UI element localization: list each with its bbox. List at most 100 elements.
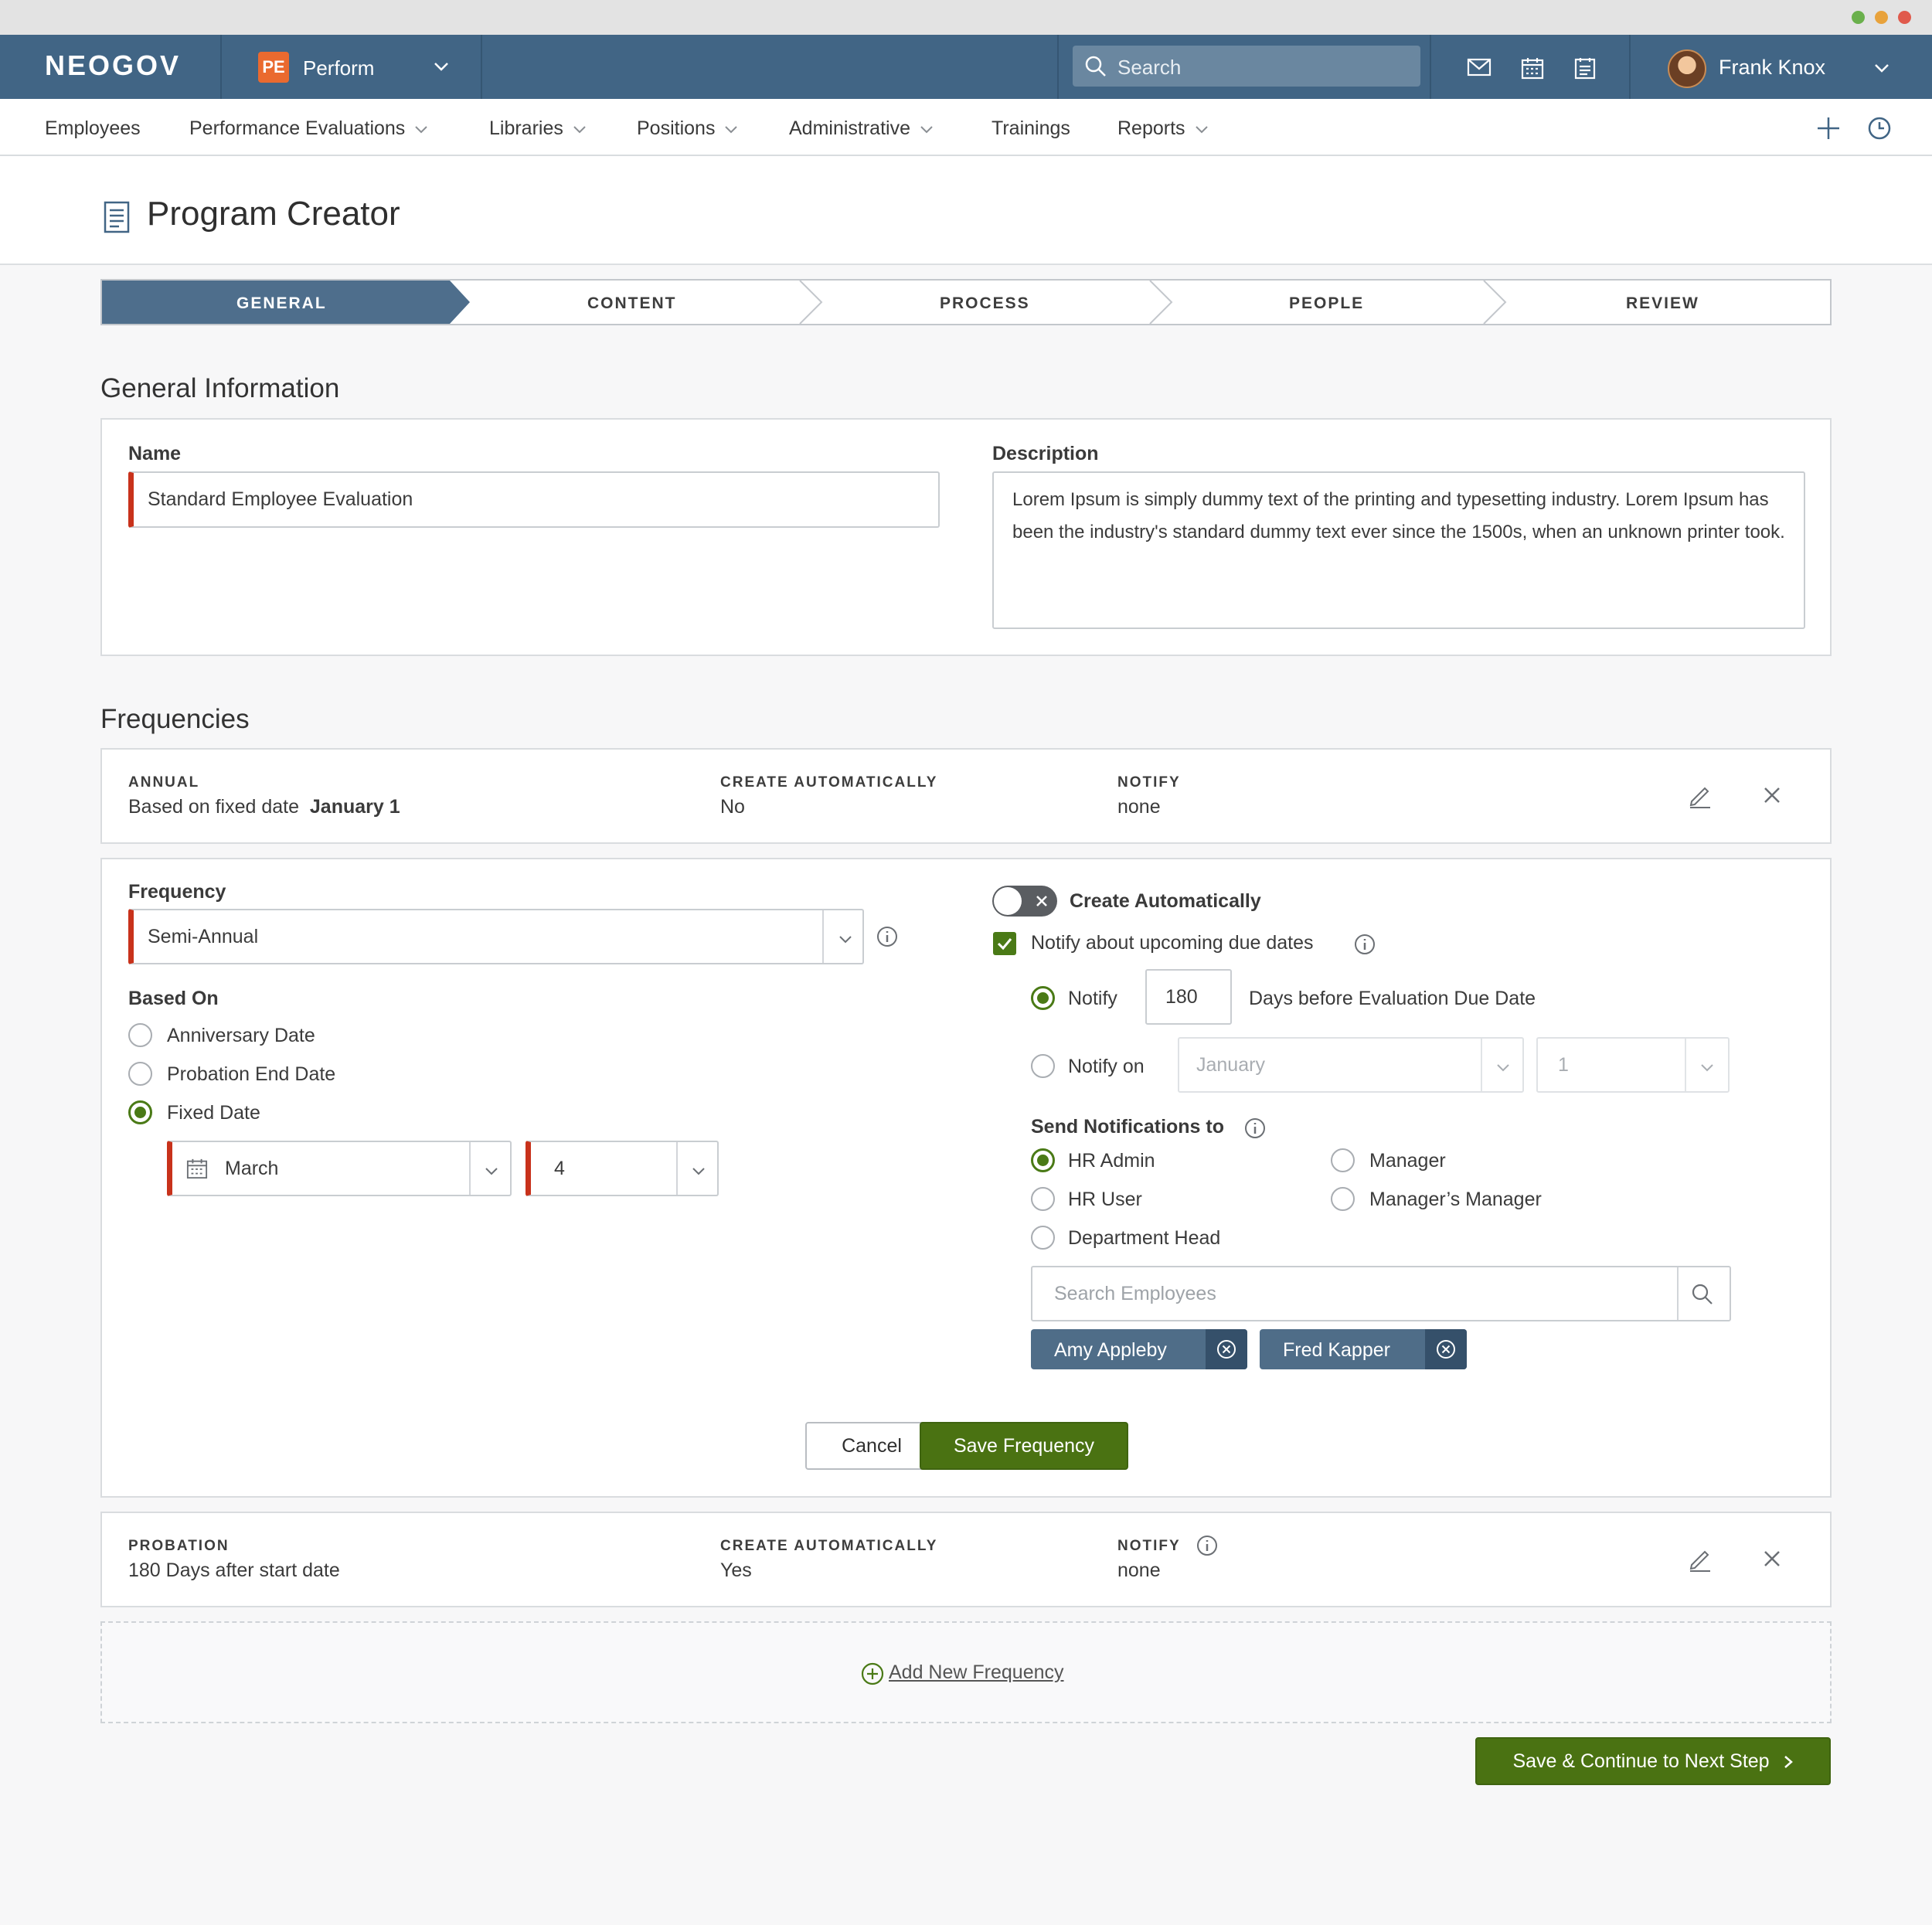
step-process[interactable]: PROCESS: [940, 294, 1030, 313]
create-automatically-label: Create Automatically: [1070, 890, 1261, 912]
save-frequency-button[interactable]: Save Frequency: [920, 1422, 1128, 1470]
window-close-dot[interactable]: [1898, 11, 1911, 24]
page-header: Program Creator: [0, 156, 1932, 265]
chevron-right-icon: [1784, 1756, 1793, 1769]
nav-employees[interactable]: Employees: [45, 117, 141, 140]
save-continue-button[interactable]: Save & Continue to Next Step: [1475, 1737, 1831, 1785]
radio-anniversary-date[interactable]: [128, 1023, 152, 1047]
notify-on-month-select[interactable]: January: [1178, 1037, 1524, 1093]
user-name[interactable]: Frank Knox: [1719, 56, 1825, 80]
option-fixed-date: Fixed Date: [167, 1102, 260, 1124]
option-anniversary-date: Anniversary Date: [167, 1025, 315, 1046]
pencil-edit-icon[interactable]: [1688, 1547, 1713, 1572]
fixed-month-value: March: [225, 1158, 279, 1179]
fixed-day-select[interactable]: 4: [526, 1141, 719, 1196]
module-badge: PE: [258, 52, 289, 83]
plus-icon[interactable]: [1816, 116, 1841, 141]
frequency-value: Semi-Annual: [148, 926, 259, 947]
chevron-down-icon[interactable]: [1873, 60, 1890, 77]
frequency-type-caption: PROBATION: [128, 1538, 230, 1554]
radio-fixed-date[interactable]: [128, 1100, 152, 1124]
notify-caption: NOTIFY: [1117, 774, 1181, 791]
based-on-label: Based On: [128, 988, 219, 1009]
nav-libraries[interactable]: Libraries: [489, 117, 587, 140]
add-new-frequency-link[interactable]: Add New Frequency: [889, 1661, 1064, 1684]
close-circle-icon: [1437, 1340, 1455, 1359]
frequency-row-probation: PROBATION 180 Days after start date CREA…: [100, 1512, 1832, 1607]
search-icon[interactable]: [1691, 1283, 1714, 1306]
close-icon[interactable]: [1764, 787, 1781, 804]
step-general[interactable]: GENERAL: [236, 294, 327, 313]
radio-notify-days[interactable]: [1031, 986, 1055, 1010]
description-textarea[interactable]: Lorem Ipsum is simply dummy text of the …: [992, 471, 1805, 629]
frequency-select[interactable]: Semi-Annual: [128, 909, 864, 964]
info-icon[interactable]: [1196, 1535, 1218, 1556]
mail-icon[interactable]: [1467, 56, 1492, 78]
chevron-down-icon: [839, 936, 852, 944]
step-content[interactable]: CONTENT: [587, 294, 677, 313]
info-icon[interactable]: [1244, 1117, 1266, 1139]
name-input[interactable]: Standard Employee Evaluation: [128, 471, 940, 528]
employee-chip-label: Amy Appleby: [1054, 1339, 1167, 1361]
name-value: Standard Employee Evaluation: [148, 488, 413, 510]
clipboard-icon[interactable]: [1574, 56, 1596, 80]
employee-chip-label: Fred Kapper: [1283, 1339, 1390, 1361]
chevron-down-icon: [920, 126, 933, 134]
app-logo[interactable]: NEOGOV: [45, 49, 181, 82]
nav-trainings[interactable]: Trainings: [992, 117, 1070, 140]
recipient-department-head: Department Head: [1068, 1227, 1221, 1249]
notify-days-value: 180: [1165, 986, 1198, 1008]
module-switcher[interactable]: Perform: [303, 56, 374, 80]
nav-performance-evaluations[interactable]: Performance Evaluations: [189, 117, 428, 140]
notify-days-input[interactable]: 180: [1145, 969, 1232, 1025]
pencil-edit-icon[interactable]: [1688, 784, 1713, 808]
radio-department-head[interactable]: [1031, 1226, 1055, 1250]
window-maximize-dot[interactable]: [1852, 11, 1865, 24]
radio-hr-admin[interactable]: [1031, 1148, 1055, 1172]
info-icon[interactable]: [1354, 934, 1376, 955]
notify-value: none: [1117, 1559, 1161, 1581]
search-placeholder: Search: [1117, 56, 1182, 79]
window-minimize-dot[interactable]: [1875, 11, 1888, 24]
nav-administrative[interactable]: Administrative: [789, 117, 934, 140]
history-clock-icon[interactable]: [1867, 116, 1892, 141]
notify-due-dates-checkbox[interactable]: [993, 932, 1016, 955]
recipient-manager: Manager: [1369, 1150, 1446, 1172]
notify-on-day-select[interactable]: 1: [1536, 1037, 1730, 1093]
chevron-down-icon[interactable]: [433, 58, 450, 75]
step-review[interactable]: REVIEW: [1626, 294, 1699, 313]
cancel-button[interactable]: Cancel: [805, 1422, 938, 1470]
create-automatically-toggle[interactable]: [992, 886, 1057, 917]
add-frequency-dropzone[interactable]: Add New Frequency: [100, 1621, 1832, 1723]
notify-on-month-value: January: [1196, 1054, 1265, 1076]
create-auto-value: No: [720, 796, 745, 818]
chevron-down-icon: [725, 126, 738, 134]
calendar-icon[interactable]: [1521, 56, 1544, 80]
nav-positions[interactable]: Positions: [637, 117, 738, 140]
radio-notify-on[interactable]: [1031, 1054, 1055, 1078]
chevron-down-icon: [1497, 1064, 1509, 1072]
user-avatar[interactable]: [1668, 49, 1706, 88]
notify-label: Notify: [1068, 988, 1117, 1009]
notify-due-dates-label: Notify about upcoming due dates: [1031, 932, 1314, 954]
radio-managers-manager[interactable]: [1331, 1187, 1355, 1211]
employee-chip: Amy Appleby: [1031, 1329, 1247, 1369]
global-search-input[interactable]: Search: [1073, 46, 1420, 87]
close-icon[interactable]: [1764, 1550, 1781, 1567]
step-people[interactable]: PEOPLE: [1289, 294, 1364, 313]
fixed-month-select[interactable]: March: [167, 1141, 512, 1196]
nav-reports[interactable]: Reports: [1117, 117, 1209, 140]
radio-manager[interactable]: [1331, 1148, 1355, 1172]
frequency-type-value: Based on fixed date January 1: [128, 796, 400, 818]
search-employees-input[interactable]: Search Employees: [1031, 1266, 1731, 1321]
radio-hr-user[interactable]: [1031, 1187, 1055, 1211]
info-icon[interactable]: [876, 926, 898, 947]
chevron-down-icon: [485, 1168, 498, 1175]
remove-chip-button[interactable]: [1206, 1329, 1247, 1369]
radio-probation-end-date[interactable]: [128, 1062, 152, 1086]
wizard-stepper: GENERAL CONTENT PROCESS PEOPLE REVIEW: [100, 279, 1832, 325]
remove-chip-button[interactable]: [1425, 1329, 1467, 1369]
document-icon: [104, 201, 130, 233]
frequencies-title: Frequencies: [100, 704, 250, 734]
option-probation-end-date: Probation End Date: [167, 1063, 336, 1085]
